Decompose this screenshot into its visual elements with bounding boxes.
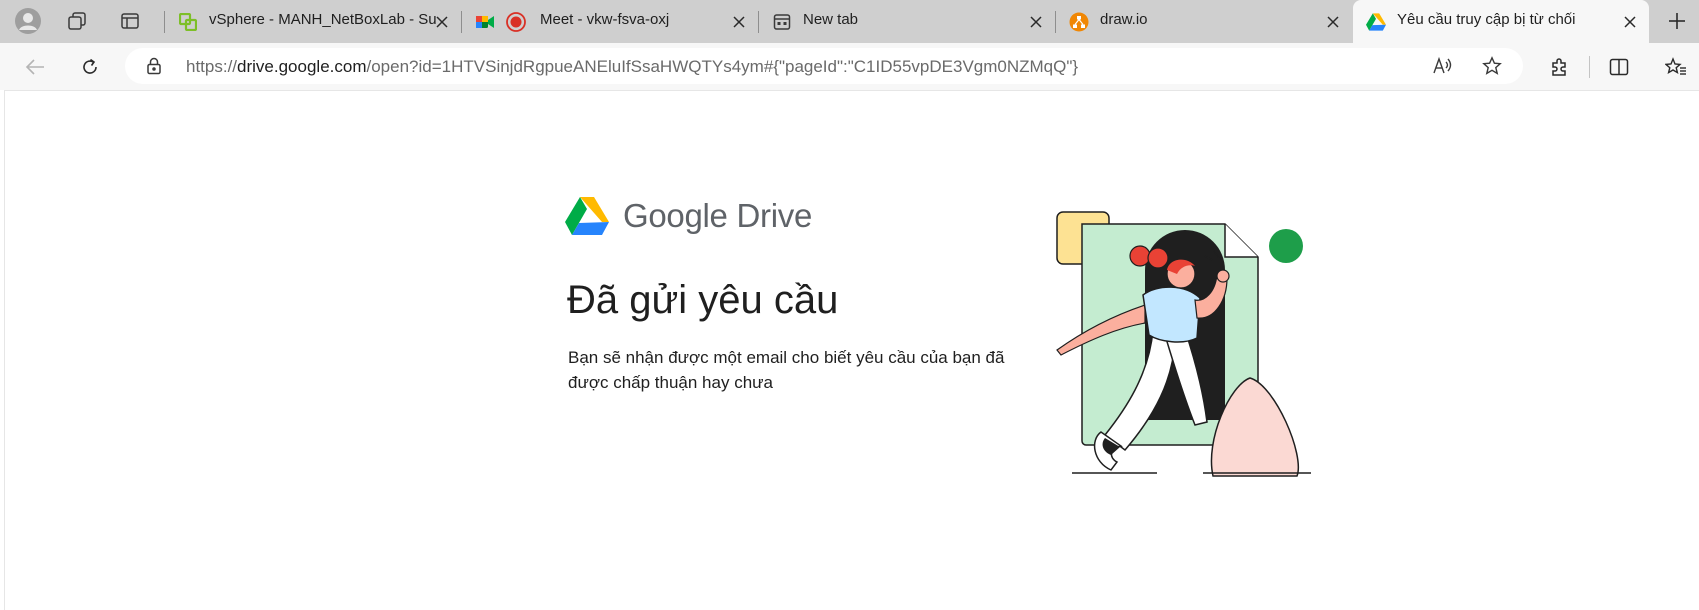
back-arrow-icon[interactable] [19,51,51,83]
tab-title: Meet - vkw-fsva-oxj [540,11,670,28]
tab-vsphere[interactable]: vSphere - MANH_NetBoxLab - Su [165,0,461,43]
recording-icon [506,12,526,32]
tab-new-tab[interactable]: New tab [759,0,1055,43]
page-title: Đã gửi yêu cầu [567,278,839,322]
tab-title: vSphere - MANH_NetBoxLab - Su [209,11,437,28]
extensions-icon[interactable] [1543,51,1575,83]
tab-drive-access-request[interactable]: Yêu cầu truy cập bị từ chối [1353,0,1649,43]
url-scheme: https:// [186,57,238,76]
tab-actions-icon[interactable] [114,6,146,36]
vsphere-icon [178,12,198,32]
google-meet-icon [475,12,495,32]
google-drive-brand: Google Drive [565,195,812,237]
google-drive-icon [1366,12,1386,32]
close-tab-icon[interactable] [1620,12,1640,32]
favorite-star-icon[interactable] [1479,53,1505,79]
brand-google: Google [623,197,728,234]
drawio-icon [1069,12,1089,32]
request-sent-description: Bạn sẽ nhận được một email cho biết yêu … [568,348,1005,392]
browser-toolbar: https://drive.google.com/open?id=1HTVSin… [0,43,1699,90]
close-tab-icon[interactable] [729,12,749,32]
address-bar[interactable]: https://drive.google.com/open?id=1HTVSin… [125,48,1523,84]
close-tab-icon[interactable] [1026,12,1046,32]
favorites-bar-icon[interactable] [1660,51,1692,83]
tab-title: draw.io [1100,11,1148,28]
tab-drawio[interactable]: draw.io [1056,0,1352,43]
profile-avatar-icon[interactable] [12,6,44,36]
tab-title: New tab [803,11,859,28]
site-info-lock-icon[interactable] [145,57,163,75]
tab-title: Yêu cầu truy cập bị từ chối [1397,11,1576,28]
read-aloud-icon[interactable] [1430,53,1456,79]
tab-meet[interactable]: Meet - vkw-fsva-oxj [462,0,758,43]
brand-product: Drive [736,197,813,234]
url-host: drive.google.com [237,57,367,76]
new-tab-plus-icon[interactable] [1661,6,1693,36]
brand-name: Google Drive [623,197,812,235]
new-tab-icon [772,12,792,32]
tab-strip: vSphere - MANH_NetBoxLab - Su Meet - vkw… [0,0,1699,43]
request-sent-illustration [1056,211,1311,477]
address-url: https://drive.google.com/open?id=1HTVSin… [186,57,1078,77]
google-drive-logo-icon [565,197,609,235]
refresh-icon[interactable] [74,51,106,83]
split-screen-icon[interactable] [1603,51,1635,83]
close-tab-icon[interactable] [1323,12,1343,32]
workspaces-icon[interactable] [61,6,93,36]
toolbar-separator [1589,56,1590,78]
close-tab-icon[interactable] [432,12,452,32]
url-path: /open?id=1HTVSinjdRgpueANEluIfSsaHWQTYs4… [366,57,1079,76]
